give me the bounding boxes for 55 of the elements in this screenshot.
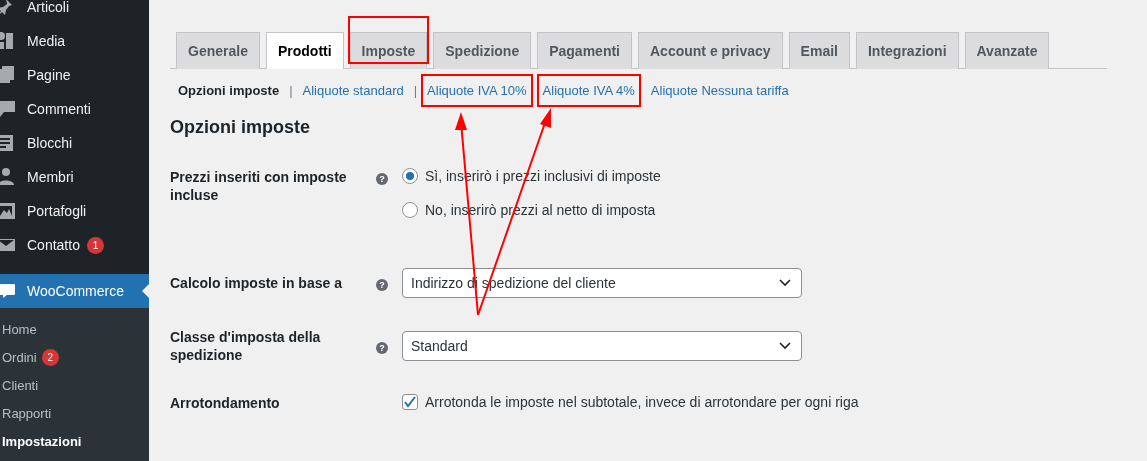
- field-label: Classe d'imposta della spedizione: [170, 328, 322, 364]
- submenu-item[interactable]: Impostazioni: [0, 427, 149, 455]
- section-link[interactable]: Aliquote standard: [296, 73, 410, 107]
- section-link[interactable]: Aliquote Nessuna tariffa: [644, 73, 795, 107]
- checkbox-label: Arrotonda le imposte nel subtotale, invece di arrotondare per ogni riga: [425, 394, 859, 410]
- section-heading: Opzioni imposte: [170, 117, 311, 138]
- sidebar-item[interactable]: WooCommerce: [0, 274, 149, 308]
- radio-button[interactable]: [402, 202, 418, 218]
- help-icon[interactable]: ?: [376, 342, 388, 354]
- sidebar-item[interactable]: Media: [0, 24, 149, 58]
- tab[interactable]: Integrazioni: [855, 32, 959, 69]
- tab[interactable]: Email: [788, 32, 850, 69]
- field-label: Prezzi inseriti con imposte incluse: [170, 168, 348, 204]
- tab[interactable]: Spedizione: [433, 32, 532, 69]
- tab[interactable]: Account e privacy: [638, 32, 783, 69]
- chevron-icon: [779, 279, 791, 287]
- sidebar-item[interactable]: Articoli: [0, 0, 149, 24]
- tab[interactable]: Pagamenti: [537, 32, 632, 69]
- speech-bubble-icon: [0, 283, 16, 299]
- count-badge: 1: [86, 236, 104, 254]
- tab[interactable]: Imposte: [349, 32, 428, 69]
- select-field[interactable]: Standard: [402, 331, 802, 361]
- submenu-item[interactable]: Rapporti: [0, 399, 149, 427]
- speech-bubble-icon: [0, 99, 16, 119]
- tab[interactable]: Avanzate: [964, 32, 1050, 69]
- radio-button[interactable]: [402, 168, 418, 184]
- sidebar-item[interactable]: Contatto 1: [0, 228, 149, 262]
- image-icon: [0, 201, 16, 221]
- field-label: Arrotondamento: [170, 394, 281, 412]
- submenu-item[interactable]: Home: [0, 315, 149, 343]
- help-icon[interactable]: ?: [376, 279, 388, 291]
- user-icon: [0, 167, 16, 187]
- checkbox[interactable]: [402, 394, 418, 410]
- chevron-icon: [779, 342, 791, 350]
- submenu-item[interactable]: Clienti: [0, 371, 149, 399]
- document-icon: [0, 133, 16, 153]
- separator: |: [289, 82, 293, 98]
- sidebar-item[interactable]: Pagine: [0, 58, 149, 92]
- help-icon[interactable]: ?: [376, 173, 388, 185]
- sidebar-item[interactable]: Portafogli: [0, 194, 149, 228]
- sidebar-item[interactable]: Commenti: [0, 92, 149, 126]
- section-link[interactable]: Aliquote IVA 10%: [421, 73, 533, 107]
- tab[interactable]: Prodotti: [265, 32, 344, 69]
- field-label: Calcolo imposte in base a: [170, 274, 343, 292]
- separator: |: [413, 82, 418, 98]
- count-badge: 2: [41, 348, 59, 366]
- sidebar-item[interactable]: Membri: [0, 160, 149, 194]
- tab[interactable]: Generale: [176, 32, 260, 69]
- pages-icon: [0, 65, 16, 85]
- submenu-item[interactable]: Ordini 2: [0, 343, 149, 371]
- current-section[interactable]: Opzioni imposte: [172, 73, 286, 107]
- pointer-notch: [142, 284, 149, 298]
- section-link[interactable]: Aliquote IVA 4%: [536, 73, 641, 107]
- media-icon: [0, 31, 16, 51]
- sidebar-item[interactable]: Blocchi: [0, 126, 149, 160]
